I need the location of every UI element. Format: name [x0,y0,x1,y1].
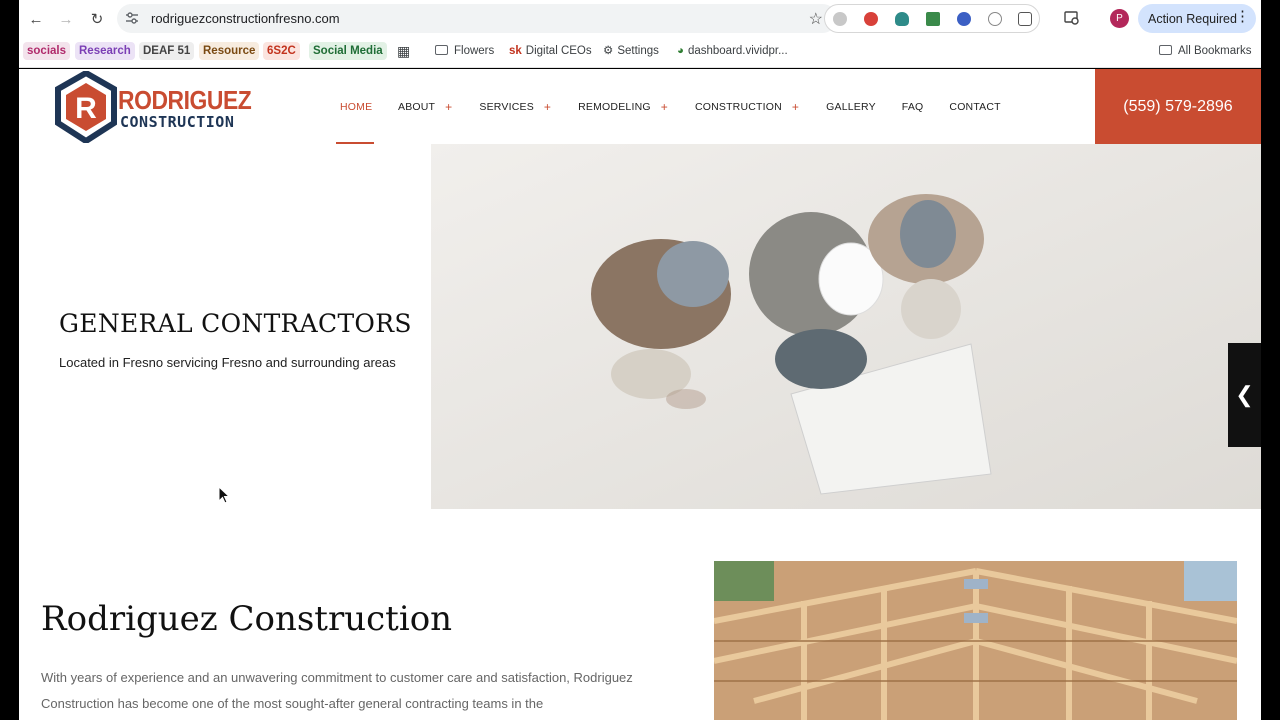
plus-icon[interactable]: + [661,100,668,114]
action-required-label: Action Required [1148,11,1237,26]
sk-logo-icon: sk [509,45,522,57]
profile-avatar[interactable]: P [1110,9,1129,28]
extension-k-icon[interactable] [833,12,847,26]
hero-text: GENERAL CONTRACTORS Located in Fresno se… [59,309,412,370]
site-header: R RODRIGUEZ CONSTRUCTION HOME ABOUT + SER… [19,69,1261,144]
extension-blue-icon[interactable] [957,12,971,26]
nav-gallery[interactable]: GALLERY [820,69,882,144]
bookmark-dashboard[interactable]: ◕ dashboard.vividpr... [673,42,792,60]
nav-construction[interactable]: CONSTRUCTION + [689,69,805,144]
folder-icon [435,45,448,55]
nav-about-label: ABOUT [398,100,436,113]
bookmark-flowers[interactable]: Flowers [431,42,498,60]
bookmark-dashboard-label: dashboard.vividpr... [687,45,788,57]
hero-image-workers [431,144,1261,509]
address-bar[interactable]: rodriguezconstructionfresno.com ☆ [117,4,837,33]
gear-icon: ⚙ [603,45,614,57]
about-title: Rodriguez Construction [41,599,453,639]
extension-bulb-icon[interactable] [895,12,909,26]
logo-hexagon-icon: R [55,71,117,143]
nav-faq-label: FAQ [901,100,924,113]
browser-toolbar: ← → ↻ rodriguezconstructionfresno.com ☆ [19,0,1261,37]
nav-services-label: SERVICES [479,100,534,113]
nav-contact-label: CONTACT [949,100,1001,113]
chevron-left-icon: ❮ [1235,382,1254,407]
extension-red-icon[interactable] [864,12,878,26]
dashboard-favicon-icon: ◕ [677,45,684,57]
nav-contact[interactable]: CONTACT [943,69,1006,144]
extensions-group [824,4,1040,33]
bookmark-flowers-label: Flowers [454,45,495,57]
folder-icon [1159,45,1172,55]
back-icon[interactable]: ← [25,8,47,30]
bookmark-star-icon[interactable]: ☆ [809,9,823,29]
plus-icon[interactable]: + [544,100,551,114]
extensions-puzzle-icon[interactable] [1018,12,1032,26]
bookmark-digital-ceos-label: Digital CEOs [525,45,592,57]
nav-construction-label: CONSTRUCTION [694,100,782,113]
nav-gallery-label: GALLERY [826,100,876,113]
about-body: With years of experience and an unwaveri… [41,670,633,711]
slider-prev-button[interactable]: ❮ [1228,343,1261,447]
plus-icon[interactable]: + [792,100,799,114]
logo-subtitle: CONSTRUCTION [120,113,235,131]
bookmark-settings[interactable]: ⚙ Settings [599,42,663,60]
apps-grid-icon[interactable]: ▦ [393,42,414,60]
nav-home-label: HOME [340,100,373,113]
forward-icon[interactable]: → [55,8,77,30]
bookmark-social-media[interactable]: Social Media [309,42,387,60]
plus-icon[interactable]: + [445,100,452,114]
bookmarks-bar: socials Research DEAF 51 Resource 6S2C S… [19,37,1261,65]
nav-faq[interactable]: FAQ [896,69,930,144]
svg-text:R: R [75,92,97,125]
reload-icon[interactable]: ↻ [86,8,108,30]
extension-screen-icon[interactable] [926,12,940,26]
bookmark-resource[interactable]: Resource [199,42,260,60]
nav-about[interactable]: ABOUT + [392,69,458,144]
site-settings-icon[interactable] [125,11,139,25]
url-text[interactable]: rodriguezconstructionfresno.com [151,11,340,26]
bookmark-digital-ceos[interactable]: sk Digital CEOs [505,42,596,60]
web-page: R RODRIGUEZ CONSTRUCTION HOME ABOUT + SER… [19,69,1261,720]
hero-subtitle: Located in Fresno servicing Fresno and s… [59,355,396,370]
logo[interactable]: R RODRIGUEZ CONSTRUCTION [54,71,254,143]
bookmark-socials[interactable]: socials [23,42,70,60]
browser-chrome: ← → ↻ rodriguezconstructionfresno.com ☆ [19,0,1261,68]
all-bookmarks[interactable]: All Bookmarks [1155,42,1256,60]
bookmark-deaf-51[interactable]: DEAF 51 [139,42,195,60]
roof-truss-image [714,561,1237,720]
more-menu-icon[interactable]: ⋮ [1235,8,1250,26]
nav-home[interactable]: HOME [334,69,376,144]
all-bookmarks-label: All Bookmarks [1178,45,1252,57]
bookmark-6s2c[interactable]: 6S2C [263,42,300,60]
action-required-button[interactable]: Action Required ⋮ [1138,4,1256,33]
nav-remodeling[interactable]: REMODELING + [572,69,674,144]
main-nav: HOME ABOUT + SERVICES + REMODELING + CONSTR… [334,69,1007,144]
nav-remodeling-label: REMODELING [578,100,651,113]
logo-wordmark: RODRIGUEZ [118,85,252,115]
mouse-cursor-icon [218,486,230,504]
extension-compass-icon[interactable] [988,12,1002,26]
bookmark-settings-label: Settings [617,45,659,57]
phone-button[interactable]: (559) 579-2896 [1095,69,1261,144]
hero-title: GENERAL CONTRACTORS [59,309,412,338]
bookmark-research[interactable]: Research [75,42,135,60]
nav-services[interactable]: SERVICES + [473,69,557,144]
tab-search-icon[interactable] [1064,10,1080,26]
